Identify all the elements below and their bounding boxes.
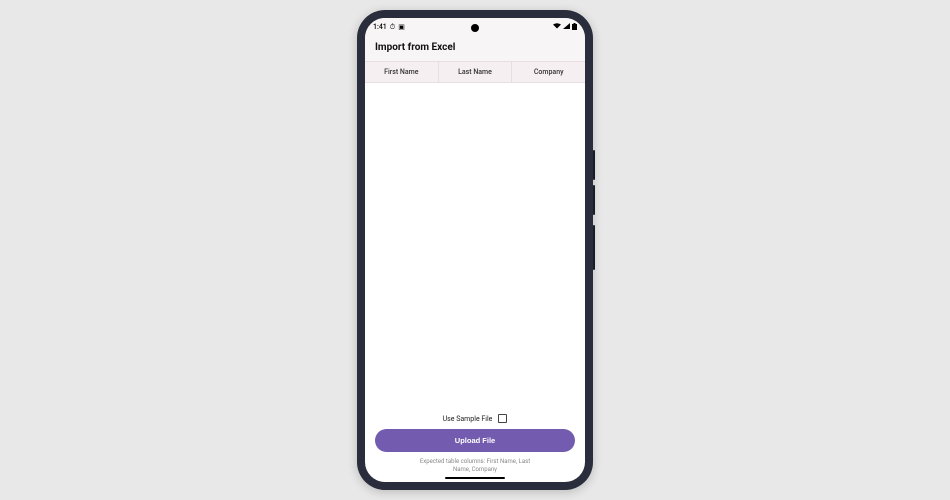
- table-col-last-name: Last Name: [439, 62, 513, 82]
- footer: Use Sample File Upload File Expected tab…: [365, 408, 585, 482]
- status-time: 1:41: [373, 23, 387, 31]
- columns-hint: Expected table columns: First Name, Last…: [415, 458, 535, 474]
- page-header: Import from Excel: [365, 36, 585, 61]
- nav-indicator[interactable]: [445, 477, 505, 479]
- table-col-company: Company: [512, 62, 585, 82]
- battery-icon: [572, 23, 577, 32]
- notification-icon: ▣: [398, 23, 405, 31]
- upload-file-button[interactable]: Upload File: [375, 429, 575, 452]
- table-header-row: First Name Last Name Company: [365, 61, 585, 83]
- phone-volume-down: [593, 185, 595, 215]
- phone-volume-up: [593, 150, 595, 180]
- wifi-icon: [553, 23, 561, 31]
- signal-icon: [563, 23, 570, 31]
- phone-power-button: [593, 225, 595, 270]
- sample-file-checkbox[interactable]: [498, 414, 507, 423]
- camera-notch: [471, 24, 479, 32]
- phone-screen: 1:41 ⏱ ▣ Import from Excel First Name: [365, 18, 585, 482]
- sample-file-row[interactable]: Use Sample File: [443, 414, 508, 423]
- table-body-empty: [365, 83, 585, 408]
- clock-icon: ⏱: [390, 23, 395, 32]
- table-col-first-name: First Name: [365, 62, 439, 82]
- sample-file-label: Use Sample File: [443, 415, 493, 423]
- page-title: Import from Excel: [375, 42, 575, 53]
- phone-frame: 1:41 ⏱ ▣ Import from Excel First Name: [357, 10, 593, 490]
